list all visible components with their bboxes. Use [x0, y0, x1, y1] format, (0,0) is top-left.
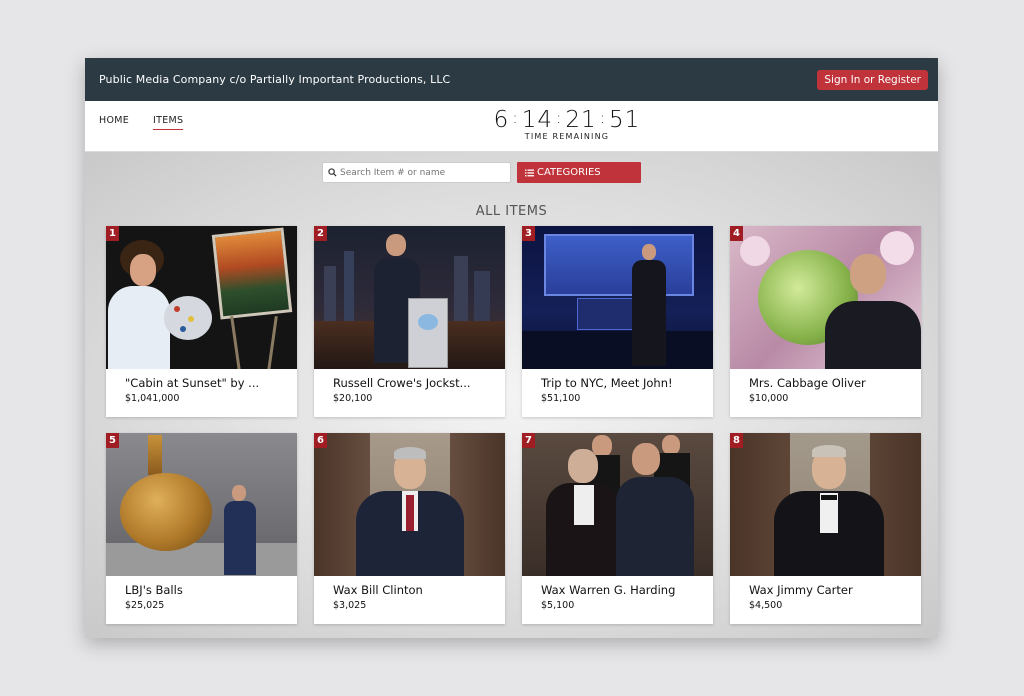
item-price: $5,100: [541, 600, 575, 611]
signin-button[interactable]: Sign In or Register: [817, 69, 928, 90]
search-input[interactable]: [340, 167, 510, 178]
org-name: Public Media Company c/o Partially Impor…: [99, 73, 451, 86]
item-card[interactable]: 7 Wax Warren G. Harding $5,100: [522, 433, 713, 624]
item-card[interactable]: 5 LBJ's Balls $25,025: [106, 433, 297, 624]
item-title: Wax Warren G. Harding: [541, 583, 676, 597]
item-image: [522, 433, 713, 576]
item-image: [522, 226, 713, 369]
timer-label: TIME REMAINING: [524, 132, 610, 141]
item-price: $25,025: [125, 600, 165, 611]
item-number-badge: 6: [314, 433, 327, 448]
item-title: Mrs. Cabbage Oliver: [749, 376, 866, 390]
item-number-badge: 4: [730, 226, 743, 241]
timer-seconds: 51: [609, 107, 641, 133]
nav-items-link[interactable]: ITEMS: [153, 115, 184, 130]
search-row: CATEGORIES: [322, 162, 641, 183]
item-title: Wax Bill Clinton: [333, 583, 423, 597]
item-number-badge: 8: [730, 433, 743, 448]
item-number-badge: 7: [522, 433, 535, 448]
item-number-badge: 5: [106, 433, 119, 448]
item-card[interactable]: 3 Trip to NYC, Meet John! $51,100: [522, 226, 713, 417]
timer-hours: 14: [521, 107, 553, 133]
item-title: Trip to NYC, Meet John!: [541, 376, 673, 390]
search-icon: [328, 168, 337, 177]
item-card[interactable]: 6 Wax Bill Clinton $3,025: [314, 433, 505, 624]
main-content: CATEGORIES ALL ITEMS 1: [85, 152, 938, 638]
countdown-timer: 6:14:21:51 TIME REMAINING: [492, 107, 642, 141]
item-title: Russell Crowe's Jockst...: [333, 376, 471, 390]
item-number-badge: 3: [522, 226, 535, 241]
categories-label: CATEGORIES: [537, 167, 601, 178]
item-image: [106, 226, 297, 369]
item-card[interactable]: 8 Wax Jimmy Carter $4,500: [730, 433, 921, 624]
item-card[interactable]: 4 Mrs. Cabbage Oliver $10,000: [730, 226, 921, 417]
item-card[interactable]: 1 "Cabin at Sunset" by ... $1,041,000: [106, 226, 297, 417]
search-box[interactable]: [322, 162, 511, 183]
item-price: $20,100: [333, 393, 373, 404]
nav-row: HOME ITEMS 6:14:21:51 TIME REMAINING: [85, 101, 938, 152]
item-card[interactable]: 2 Russell Crowe's Jockst... $20,100: [314, 226, 505, 417]
timer-days: 6: [493, 107, 510, 133]
item-image: [314, 226, 505, 369]
categories-button[interactable]: CATEGORIES: [517, 162, 641, 183]
nav-links: HOME ITEMS: [99, 115, 184, 130]
item-price: $1,041,000: [125, 393, 180, 404]
top-bar: Public Media Company c/o Partially Impor…: [85, 58, 938, 101]
item-title: "Cabin at Sunset" by ...: [125, 376, 260, 390]
item-image: [106, 433, 297, 576]
item-price: $10,000: [749, 393, 789, 404]
item-price: $3,025: [333, 600, 367, 611]
item-price: $51,100: [541, 393, 581, 404]
item-price: $4,500: [749, 600, 783, 611]
section-title: ALL ITEMS: [475, 204, 548, 219]
nav-home-link[interactable]: HOME: [99, 115, 129, 130]
item-image: [314, 433, 505, 576]
browser-window: Public Media Company c/o Partially Impor…: [85, 58, 938, 638]
timer-digits: 6:14:21:51: [493, 107, 641, 133]
item-number-badge: 1: [106, 226, 119, 241]
item-title: LBJ's Balls: [125, 583, 183, 597]
item-title: Wax Jimmy Carter: [749, 583, 853, 597]
item-image: [730, 226, 921, 369]
item-image: [730, 433, 921, 576]
item-number-badge: 2: [314, 226, 327, 241]
list-icon: [525, 169, 534, 176]
timer-minutes: 21: [565, 107, 597, 133]
